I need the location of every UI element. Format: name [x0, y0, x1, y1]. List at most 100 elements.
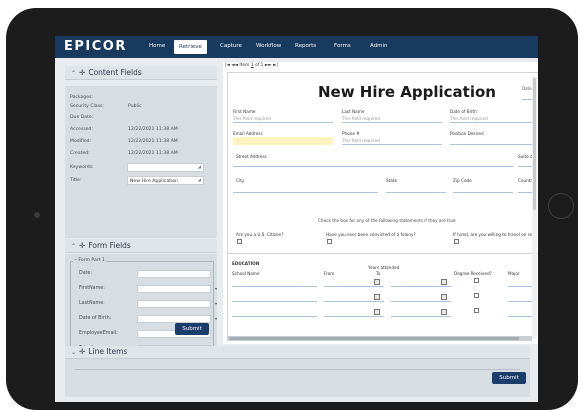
pager-page[interactable]: 1 — [251, 63, 254, 68]
phone-field[interactable] — [342, 144, 442, 145]
calendar-icon[interactable] — [374, 309, 380, 315]
dropdown-icon[interactable]: ▾ — [215, 316, 217, 321]
modified-label: Modified: — [70, 139, 92, 144]
title-field[interactable]: New Hire Application ◢ — [127, 176, 204, 185]
school-field[interactable] — [232, 316, 317, 317]
phone-hint: This field required — [342, 138, 380, 143]
date-label: Date: — [79, 271, 93, 276]
major-label: Major — [508, 271, 520, 276]
nav-reports[interactable]: Reports — [295, 43, 316, 49]
date-of-birth-input[interactable] — [137, 315, 211, 323]
dropdown-icon[interactable]: ▾ — [215, 286, 217, 291]
pager-prev[interactable]: |◄ ◄◄ Item — [225, 63, 249, 68]
to-field[interactable] — [391, 316, 451, 317]
title-label: Title: — [70, 178, 82, 183]
state-label: State — [386, 178, 398, 183]
from-field[interactable] — [324, 316, 384, 317]
vertical-scroll-thumb[interactable] — [533, 78, 536, 210]
education-label: EDUCATION — [232, 261, 260, 266]
firstname-label: FirstName: — [79, 286, 105, 291]
position-label: Position Desired — [450, 131, 484, 136]
q-citizen-label: Are you a U.S. Citizen? — [236, 232, 284, 237]
nav-workflow[interactable]: Workflow — [256, 43, 281, 49]
degree-label: Degree Received? — [454, 271, 492, 276]
city-field[interactable] — [233, 192, 378, 193]
first-name-hint: This field required — [233, 116, 271, 121]
camera-dot — [34, 212, 40, 218]
dob-hint: This field required — [450, 116, 488, 121]
security-class-value: Public — [128, 104, 142, 109]
move-icon: ✛ — [79, 241, 86, 250]
degree-checkbox[interactable] — [474, 278, 479, 283]
employee-email-label: EmployeeEmail: — [79, 331, 118, 336]
form-fields-header[interactable]: ⌃ ✛ Form Fields — [65, 239, 217, 253]
state-field[interactable] — [386, 192, 446, 193]
line-items-header[interactable]: ⌄ ✛ Line Items — [65, 346, 530, 359]
to-field[interactable] — [391, 286, 451, 287]
street-field[interactable] — [233, 166, 513, 167]
line-items-submit-button[interactable]: Submit — [492, 372, 526, 384]
calendar-icon[interactable] — [441, 279, 447, 285]
felony-checkbox[interactable] — [327, 239, 332, 244]
last-name-label: Last Name — [342, 109, 365, 114]
from-field[interactable] — [324, 301, 384, 302]
accessed-value: 12/22/2021 11:38 AM — [128, 127, 178, 132]
pager[interactable]: |◄ ◄◄ Item 1 of 1 ►► ►| — [225, 63, 278, 68]
to-label: To — [376, 271, 381, 276]
calendar-icon[interactable] — [374, 294, 380, 300]
dropdown-icon[interactable]: ▾ — [215, 301, 217, 306]
keywords-label: Keywords: — [70, 165, 94, 170]
degree-checkbox[interactable] — [474, 308, 479, 313]
calendar-icon[interactable] — [374, 279, 380, 285]
top-nav: EPICOR Home Retrieve Capture Workflow Re… — [55, 36, 538, 58]
from-field[interactable] — [324, 286, 384, 287]
form-fields-title: Form Fields — [88, 241, 131, 250]
home-button[interactable] — [548, 193, 574, 219]
check-instructions: Check the box for any of the following s… — [318, 218, 456, 223]
travel-checkbox[interactable] — [454, 239, 459, 244]
firstname-input[interactable] — [137, 285, 211, 293]
keywords-field[interactable]: ◢ — [127, 163, 204, 172]
security-class-label: Security Class: — [70, 104, 104, 109]
accessed-label: Accessed: — [70, 127, 94, 132]
school-field[interactable] — [232, 301, 317, 302]
date-input[interactable] — [137, 270, 211, 278]
lastname-input[interactable] — [137, 300, 211, 308]
form-submit-button[interactable]: Submit — [175, 323, 209, 335]
chevron-up-icon: ⌃ — [71, 70, 77, 77]
horizontal-scroll-thumb[interactable] — [229, 337, 519, 340]
position-field[interactable] — [450, 144, 536, 145]
last-name-hint: This field required — [342, 116, 380, 121]
school-field[interactable] — [232, 286, 317, 287]
content-fields-header[interactable]: ⌃ ✛ Content Fields — [65, 66, 217, 80]
nav-admin[interactable]: Admin — [370, 43, 388, 49]
pager-next[interactable]: of 1 ►► ►| — [255, 63, 278, 68]
email-label: Email Address — [233, 131, 263, 136]
dob-field[interactable] — [450, 122, 536, 123]
form-document: New Hire Application Date First Name Thi… — [227, 72, 538, 341]
nav-capture[interactable]: Capture — [220, 43, 242, 49]
calendar-icon[interactable] — [441, 309, 447, 315]
nav-forms[interactable]: Forms — [334, 43, 351, 49]
phone-label: Phone # — [342, 131, 360, 136]
created-value: 12/22/2021 11:38 AM — [128, 151, 178, 156]
email-field[interactable] — [233, 137, 333, 145]
school-name-label: School Name — [232, 271, 260, 276]
section-divider — [228, 253, 538, 254]
nav-retrieve[interactable]: Retrieve — [174, 40, 207, 54]
last-name-field[interactable] — [342, 122, 442, 123]
degree-checkbox[interactable] — [474, 293, 479, 298]
form-part-legend: ‒ Form Part 1 — [73, 258, 106, 263]
first-name-field[interactable] — [233, 122, 333, 123]
move-icon: ✛ — [79, 347, 86, 356]
zip-field[interactable] — [453, 192, 513, 193]
packages-label: Packages: — [70, 95, 93, 100]
to-field[interactable] — [391, 301, 451, 302]
calendar-icon[interactable] — [441, 294, 447, 300]
from-label: From — [324, 271, 335, 276]
content-fields-panel: Packages: Security Class: Public Due Dat… — [65, 86, 217, 238]
nav-home[interactable]: Home — [149, 43, 165, 49]
created-label: Created: — [70, 151, 90, 156]
citizen-checkbox[interactable] — [237, 239, 242, 244]
epicor-logo: EPICOR — [64, 39, 127, 54]
